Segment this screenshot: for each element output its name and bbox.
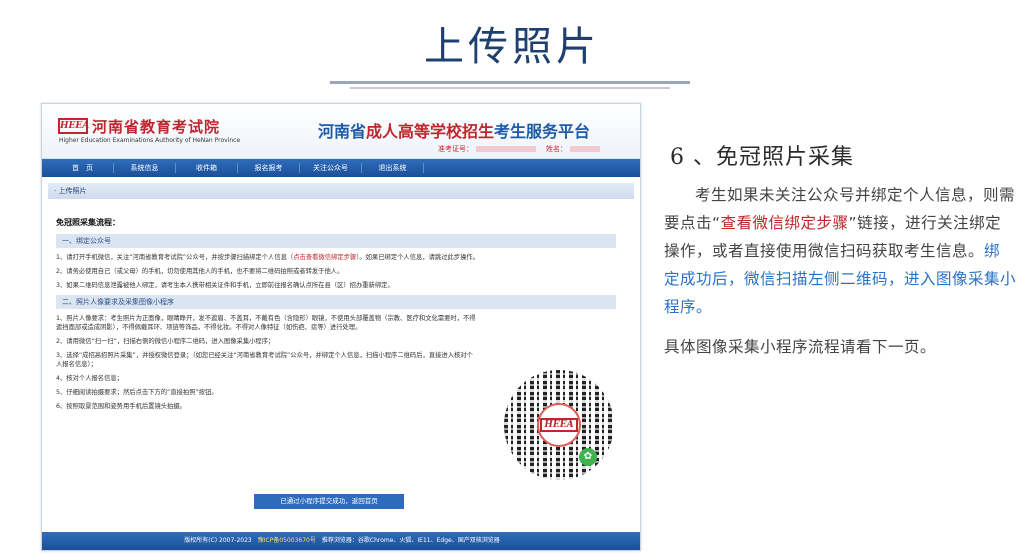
section-photo-requirements: 二、照片人像要求及采集图像小程序 bbox=[56, 295, 616, 309]
step-paragraph: 1、照片人像要求：考生照片为正面像，眼睛睁开，发不遮眉、不盖耳，不戴有色（含隐形… bbox=[56, 315, 476, 331]
exam-id-label: 准考证号： bbox=[438, 145, 473, 153]
binding-steps-link: 查看微信绑定步骤 bbox=[720, 214, 849, 232]
nav-logout[interactable]: 退出系统 bbox=[362, 163, 424, 173]
next-page-note: 具体图像采集小程序流程请看下一页。 bbox=[664, 338, 937, 356]
view-binding-steps-link[interactable]: 点击查看微信绑定步骤 bbox=[293, 254, 356, 261]
flow-title: 免冠照采集流程： bbox=[56, 218, 120, 227]
step-paragraph: 1、请打开手机微信，关注“河南省教育考试院”公众号，并按步骤扫描绑定个人信息（点… bbox=[56, 253, 616, 262]
step-title: 6 、免冠照片采集 bbox=[670, 145, 854, 170]
portal-header: HEEA 河南省教育考试院 Higher Education Examinati… bbox=[42, 104, 640, 159]
nav-system-info[interactable]: 系统信息 bbox=[114, 163, 176, 173]
name-redacted bbox=[570, 146, 600, 152]
step-paragraph: 2、请用微信“扫一扫”，扫描右侧的微信小程序二维码，进入图像采集小程序； bbox=[56, 338, 275, 345]
exam-id-redacted bbox=[476, 146, 536, 152]
copyright-text: 版权所有(C) 2007-2023 bbox=[184, 537, 258, 544]
portal-footer: 版权所有(C) 2007-2023 豫ICP备05003670号 推荐浏览器：谷… bbox=[42, 532, 640, 550]
slide-title: 上传照片 bbox=[424, 24, 600, 70]
nav-inbox[interactable]: 收件箱 bbox=[176, 163, 238, 173]
title-underline bbox=[330, 72, 690, 89]
step-paragraph: 6、按照取景范围和姿势用手机后置镜头拍摄。 bbox=[56, 403, 186, 410]
step-paragraph: 3、选择“成招高招照片采集”，并授权微信登录；（如您已经关注“河南省教育考试院”… bbox=[56, 352, 473, 368]
platform-title: 河南省成人高等学校招生考生服务平台 bbox=[318, 118, 590, 142]
step-paragraph: 2、请务必使用自己（或父母）的手机，切勿使用其他人的手机，也不要将二维码拍照或者… bbox=[56, 268, 344, 275]
section-bind-account: 一、绑定公众号 bbox=[56, 234, 616, 248]
name-label: 姓名： bbox=[546, 145, 567, 153]
slide: 上传照片 HEEA 河南省教育考试院 Higher Education Exam… bbox=[0, 0, 1024, 557]
breadcrumb: · 上传照片 bbox=[48, 183, 634, 199]
org-name-en: Higher Education Examinations Authority … bbox=[59, 137, 241, 144]
step-description: 考生如果未关注公众号并绑定个人信息，则需要点击“查看微信绑定步骤”链接，进行关注… bbox=[664, 181, 1016, 321]
candidate-info: 准考证号： 姓名： bbox=[438, 144, 600, 154]
heea-logo-icon: HEEA bbox=[540, 418, 578, 432]
org-name: 河南省教育考试院 bbox=[92, 118, 221, 136]
browser-recommendation: 推荐浏览器：谷歌Chrome、火狐、IE11、Edge、国产双核浏览器 bbox=[315, 537, 500, 544]
heea-logo-icon: HEEA bbox=[58, 118, 89, 134]
portal-navbar: 首 页 系统信息 收件箱 报名报考 关注公众号 退出系统 bbox=[42, 159, 640, 177]
qr-center-logo: HEEA bbox=[537, 403, 581, 447]
icp-link[interactable]: 豫ICP备05003670号 bbox=[258, 537, 316, 544]
nav-home[interactable]: 首 页 bbox=[52, 163, 114, 173]
s1-p1-b: ）。如果已绑定个人信息，请跳过此步操作。 bbox=[356, 254, 479, 261]
step-paragraph: 3、如果二维码信息泄露被他人绑定，请考生本人携带相关证件和手机，立即前往报名确认… bbox=[56, 282, 394, 289]
platform-title-b: 成人高等学校招生 bbox=[366, 122, 495, 141]
s1-p1-a: 1、请打开手机微信，关注“河南省教育考试院”公众号，并按步骤扫描绑定个人信息（ bbox=[56, 254, 294, 261]
step-paragraph: 5、仔细阅读拍摄要求；然后点击下方的“直接拍照”按钮。 bbox=[56, 389, 218, 396]
nav-registration[interactable]: 报名报考 bbox=[238, 163, 300, 173]
return-home-button[interactable]: 已通过小程序提交成功，返回首页 bbox=[254, 494, 404, 509]
platform-title-c: 考生服务平台 bbox=[494, 122, 591, 141]
platform-title-a: 河南省 bbox=[318, 122, 367, 141]
miniprogram-qr-code[interactable]: HEEA ✿ bbox=[504, 370, 614, 480]
portal-screenshot: HEEA 河南省教育考试院 Higher Education Examinati… bbox=[41, 103, 641, 551]
miniprogram-icon: ✿ bbox=[579, 448, 597, 466]
step-paragraph: 4、核对个人报名信息； bbox=[56, 375, 123, 382]
nav-follow-account[interactable]: 关注公众号 bbox=[300, 163, 362, 173]
